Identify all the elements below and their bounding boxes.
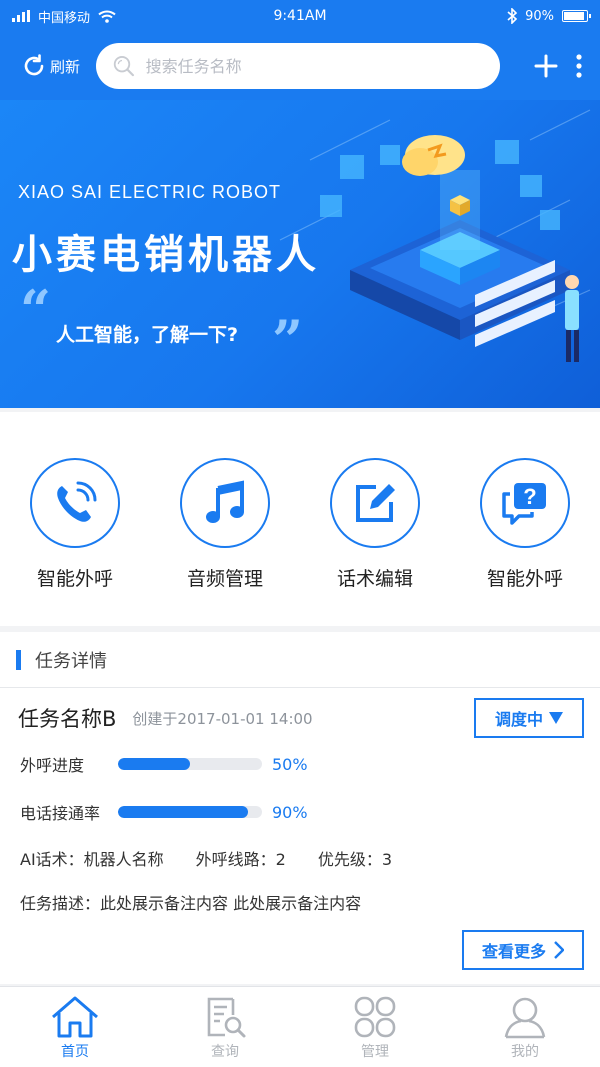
- chevron-right-icon: [554, 941, 564, 959]
- feature-smart-call[interactable]: 智能外呼: [0, 412, 150, 626]
- section-accent-bar: [16, 649, 21, 670]
- promo-banner[interactable]: XIAO SAI ELECTRIC ROBOT 小赛电销机器人 “ 人工智能，了…: [0, 100, 600, 408]
- task-description: 任务描述：此处展示备注内容 此处展示备注内容: [20, 894, 362, 913]
- banner-en-title: XIAO SAI ELECTRIC ROBOT: [18, 182, 282, 202]
- progress-row-call: 外呼进度 50%: [20, 752, 308, 776]
- edit-icon: [330, 458, 420, 548]
- feature-smart-call-2[interactable]: ? 智能外呼: [450, 412, 600, 626]
- close-quote-icon: ”: [272, 308, 304, 372]
- nav-bar: 刷新: [0, 32, 600, 100]
- section-header: 任务详情: [0, 632, 600, 688]
- tab-home[interactable]: 首页: [0, 987, 150, 1067]
- wifi-icon: [98, 10, 116, 23]
- signal-icon: [12, 10, 30, 22]
- carrier-name: 中国移动: [38, 10, 91, 26]
- tab-label: 管理: [361, 1044, 389, 1060]
- battery-icon: [562, 10, 591, 22]
- top-header: 中国移动 9:41AM 90% 刷新: [0, 0, 600, 100]
- feature-script-edit[interactable]: 话术编辑: [300, 412, 450, 626]
- progress-label: 外呼进度: [20, 756, 85, 775]
- add-icon[interactable]: [534, 54, 558, 78]
- tab-label: 我的: [511, 1044, 539, 1060]
- search-document-icon: [207, 997, 246, 1038]
- bottom-tab-bar: 首页 查询 管理 我的: [0, 986, 600, 1067]
- status-dropdown[interactable]: 调度中: [474, 698, 584, 738]
- chat-question-icon: ?: [480, 458, 570, 548]
- task-created-time: 创建于2017-01-01 14:00: [132, 709, 313, 728]
- priority-info: 优先级：3: [317, 850, 393, 869]
- tab-manage[interactable]: 管理: [300, 987, 450, 1067]
- feature-label: 智能外呼: [486, 568, 563, 590]
- section-title: 任务详情: [35, 650, 107, 672]
- tab-query[interactable]: 查询: [150, 987, 300, 1067]
- tab-mine[interactable]: 我的: [450, 987, 600, 1067]
- task-detail-card: 任务详情 任务名称B 创建于2017-01-01 14:00 调度中 外呼进度 …: [0, 632, 600, 984]
- task-name: 任务名称B: [18, 707, 117, 731]
- task-info-row: AI话术：机器人名称 外呼线路：2 优先级：3: [20, 846, 392, 870]
- progress-value: 50%: [272, 754, 308, 774]
- tab-label: 首页: [61, 1044, 89, 1060]
- refresh-icon: [24, 54, 44, 76]
- progress-bar: [118, 758, 262, 770]
- battery-percent: 90%: [525, 8, 554, 24]
- open-quote-icon: “: [20, 278, 52, 342]
- bluetooth-icon: [507, 8, 518, 24]
- ai-script-info: AI话术：机器人名称: [20, 850, 164, 869]
- refresh-label: 刷新: [50, 57, 81, 76]
- home-icon: [52, 996, 98, 1038]
- view-more-label: 查看更多: [481, 942, 546, 961]
- progress-bar: [118, 806, 262, 818]
- more-vertical-icon[interactable]: [576, 54, 582, 78]
- grid-icon: [354, 996, 396, 1038]
- status-label: 调度中: [494, 710, 543, 729]
- progress-label: 电话接通率: [20, 804, 101, 823]
- search-icon: [113, 55, 135, 77]
- caret-down-icon: [549, 712, 563, 724]
- progress-value: 90%: [272, 802, 308, 822]
- feature-label: 音频管理: [186, 568, 263, 590]
- user-icon: [504, 997, 546, 1039]
- status-bar: 中国移动 9:41AM 90%: [0, 0, 600, 32]
- search-input[interactable]: [145, 56, 485, 76]
- search-bar[interactable]: [96, 43, 501, 89]
- feature-audio-manage[interactable]: 音频管理: [150, 412, 300, 626]
- tab-label: 查询: [211, 1044, 239, 1060]
- view-more-button[interactable]: 查看更多: [462, 930, 584, 970]
- banner-cn-title: 小赛电销机器人: [12, 232, 320, 278]
- banner-slogan: 人工智能，了解一下?: [56, 324, 239, 346]
- refresh-button[interactable]: 刷新: [22, 54, 80, 78]
- phone-call-icon: [30, 458, 120, 548]
- feature-label: 智能外呼: [36, 568, 113, 590]
- progress-row-connect: 电话接通率 90%: [20, 800, 308, 824]
- line-info: 外呼线路：2: [195, 850, 286, 869]
- feature-label: 话术编辑: [336, 568, 413, 590]
- svg-text:?: ?: [523, 484, 536, 509]
- music-note-icon: [180, 458, 270, 548]
- feature-grid: 智能外呼 音频管理 话术编辑 ? 智能外呼: [0, 412, 600, 626]
